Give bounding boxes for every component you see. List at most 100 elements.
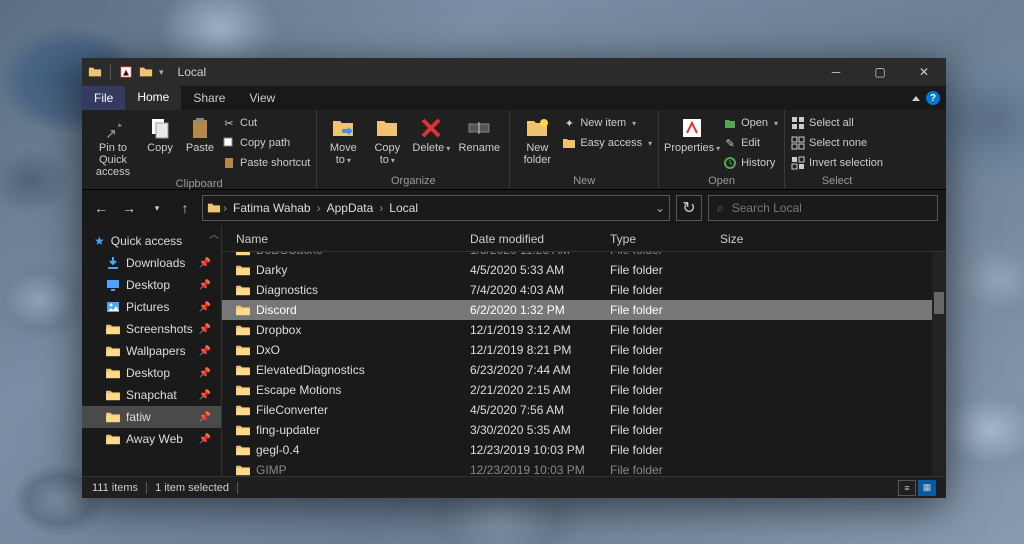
navigation-pane[interactable]: ︿ ★ Quick access Downloads📌Desktop📌Pictu… (82, 226, 222, 476)
file-rows[interactable]: D3DSCache1/3/2020 11:23 AMFile folderDar… (222, 252, 946, 476)
sidebar-item[interactable]: Wallpapers📌 (82, 340, 221, 362)
sidebar-item[interactable]: Desktop📌 (82, 362, 221, 384)
file-row[interactable]: gegl-0.412/23/2019 10:03 PMFile folder (222, 440, 946, 460)
file-date: 12/23/2019 10:03 PM (470, 463, 610, 476)
breadcrumb-item[interactable]: Fatima Wahab (229, 201, 315, 215)
rename-button[interactable]: Rename (455, 112, 503, 154)
open-button[interactable]: Open (723, 114, 778, 132)
easy-access-button[interactable]: Easy access (562, 134, 652, 152)
delete-button[interactable]: Delete (411, 112, 451, 154)
file-row[interactable]: D3DSCache1/3/2020 11:23 AMFile folder (222, 252, 946, 260)
recent-locations-button[interactable]: ▾ (146, 197, 168, 219)
sidebar-item[interactable]: Pictures📌 (82, 296, 221, 318)
label: Away Web (126, 432, 183, 446)
sidebar-item[interactable]: Downloads📌 (82, 252, 221, 274)
close-button[interactable]: ✕ (902, 58, 946, 86)
group-label: Organize (323, 175, 503, 189)
qat-overflow[interactable]: ▾ (159, 67, 164, 78)
pin-icon: 📌 (199, 346, 211, 357)
pictures-icon (106, 300, 120, 314)
thumbnails-view-button[interactable]: ▦ (918, 480, 936, 496)
column-date[interactable]: Date modified (470, 232, 610, 246)
file-row[interactable]: fing-updater3/30/2020 5:35 AMFile folder (222, 420, 946, 440)
folder-icon (236, 464, 250, 476)
file-row[interactable]: GIMP12/23/2019 10:03 PMFile folder (222, 460, 946, 476)
sidebar-item[interactable]: fatiw📌 (82, 406, 221, 428)
new-item-button[interactable]: ✦New item (562, 114, 652, 132)
label: Delete (412, 142, 450, 154)
select-all-button[interactable]: Select all (791, 114, 883, 132)
menu-view[interactable]: View (237, 86, 287, 110)
history-button[interactable]: History (723, 154, 778, 172)
details-view-button[interactable]: ≡ (898, 480, 916, 496)
properties-icon (680, 116, 704, 140)
back-button[interactable]: ← (90, 197, 112, 219)
chevron-right-icon[interactable]: › (379, 201, 383, 215)
pin-icon (101, 116, 125, 140)
search-input[interactable]: ⌕ Search Local (708, 195, 938, 221)
column-type[interactable]: Type (610, 232, 720, 246)
separator (146, 482, 147, 494)
sidebar-item[interactable]: Away Web📌 (82, 428, 221, 450)
chevron-right-icon[interactable]: › (317, 201, 321, 215)
label: Quick access (111, 234, 182, 248)
sidebar-item[interactable]: Desktop📌 (82, 274, 221, 296)
breadcrumb-item[interactable]: Local (385, 201, 422, 215)
menu-file[interactable]: File (82, 86, 125, 110)
folder-icon[interactable] (139, 65, 153, 79)
column-name[interactable]: Name (222, 232, 470, 246)
title-bar[interactable]: ▾ Local ─ ▢ ✕ (82, 58, 946, 86)
properties-button[interactable]: Properties (665, 112, 719, 154)
breadcrumb-item[interactable]: AppData (323, 201, 378, 215)
minimize-button[interactable]: ─ (814, 58, 858, 86)
chevron-right-icon[interactable]: › (223, 201, 227, 215)
copy-to-button[interactable]: Copy to (367, 112, 407, 166)
new-folder-button[interactable]: New folder (516, 112, 558, 166)
forward-button[interactable]: → (118, 197, 140, 219)
folder-icon (106, 389, 120, 401)
label: Rename (459, 142, 501, 154)
file-row[interactable]: DxO12/1/2019 8:21 PMFile folder (222, 340, 946, 360)
edit-button[interactable]: ✎Edit (723, 134, 778, 152)
sidebar-item[interactable]: Screenshots📌 (82, 318, 221, 340)
copy-button[interactable]: Copy (142, 112, 178, 154)
scroll-thumb[interactable] (934, 292, 944, 314)
file-row[interactable]: Escape Motions2/21/2020 2:15 AMFile fold… (222, 380, 946, 400)
group-label: Open (665, 175, 778, 189)
file-row[interactable]: Discord6/2/2020 1:32 PMFile folder (222, 300, 946, 320)
label: Select all (809, 117, 854, 129)
scrollbar[interactable] (932, 252, 946, 476)
file-row[interactable]: Darky4/5/2020 5:33 AMFile folder (222, 260, 946, 280)
select-none-button[interactable]: Select none (791, 134, 883, 152)
file-row[interactable]: Dropbox12/1/2019 3:12 AMFile folder (222, 320, 946, 340)
maximize-button[interactable]: ▢ (858, 58, 902, 86)
menu-home[interactable]: Home (125, 86, 181, 110)
copy-path-button[interactable]: Copy path (222, 134, 310, 152)
move-to-button[interactable]: Move to (323, 112, 363, 166)
sidebar-item[interactable]: Snapchat📌 (82, 384, 221, 406)
scroll-up-icon[interactable]: ︿ (209, 226, 219, 241)
chevron-down-icon[interactable]: ⌄ (655, 201, 665, 215)
help-icon[interactable]: ? (926, 91, 940, 105)
up-button[interactable]: ↑ (174, 197, 196, 219)
label: Desktop (126, 278, 170, 292)
cut-button[interactable]: ✂Cut (222, 114, 310, 132)
file-row[interactable]: Diagnostics7/4/2020 4:03 AMFile folder (222, 280, 946, 300)
collapse-ribbon-icon[interactable] (912, 96, 920, 101)
pin-to-quick-access-button[interactable]: Pin to Quick access (88, 112, 138, 178)
properties-icon[interactable] (119, 65, 133, 79)
pin-icon: 📌 (199, 368, 211, 379)
paste-shortcut-button[interactable]: Paste shortcut (222, 154, 310, 172)
paste-button[interactable]: Paste (182, 112, 218, 154)
address-bar[interactable]: › Fatima Wahab › AppData › Local ⌄ (202, 195, 670, 221)
column-size[interactable]: Size (720, 232, 946, 246)
refresh-button[interactable]: ↻ (676, 195, 702, 221)
folder-icon (236, 252, 250, 256)
file-date: 1/3/2020 11:23 AM (470, 252, 610, 257)
file-row[interactable]: ElevatedDiagnostics6/23/2020 7:44 AMFile… (222, 360, 946, 380)
menu-share[interactable]: Share (181, 86, 237, 110)
ribbon-group-open: Properties Open ✎Edit History Open (659, 110, 785, 189)
invert-selection-button[interactable]: Invert selection (791, 154, 883, 172)
file-row[interactable]: FileConverter4/5/2020 7:56 AMFile folder (222, 400, 946, 420)
sidebar-quick-access[interactable]: ★ Quick access (82, 230, 221, 252)
